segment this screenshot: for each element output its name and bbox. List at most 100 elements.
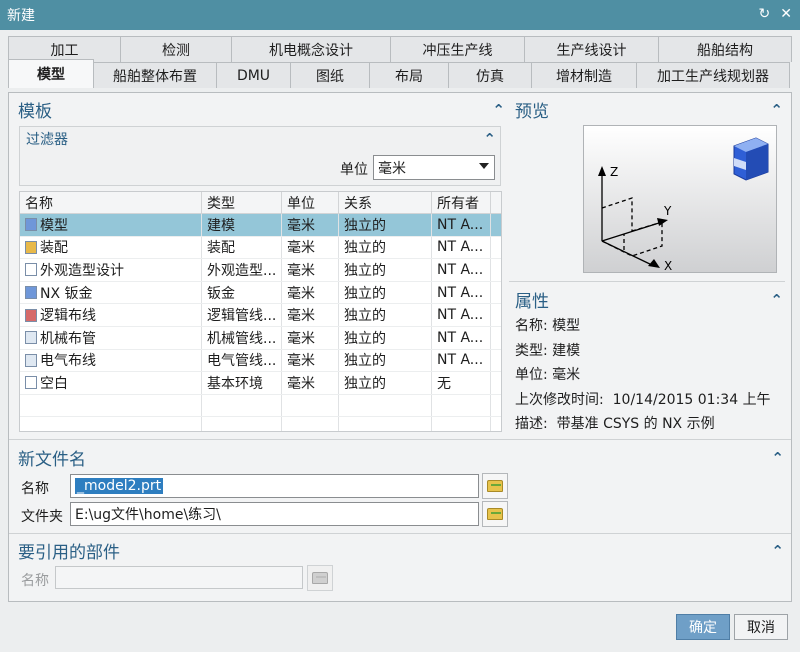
preview-title: 预览 [515, 102, 549, 122]
table-row[interactable]: 电气布线 电气管线... 毫米 独立的 NT A... [20, 349, 501, 373]
prop-unit-value: 毫米 [552, 367, 581, 384]
shape-design-icon [25, 263, 37, 277]
prop-unit-label: 单位: [515, 367, 548, 384]
file-name-label: 名称 [21, 481, 49, 497]
reference-title: 要引用的部件 [18, 543, 120, 563]
preview-header[interactable]: 预览 ⌃ [515, 97, 783, 123]
unit-select[interactable]: 毫米 [373, 155, 495, 180]
table-row[interactable]: 逻辑布线 逻辑管线... 毫米 独立的 NT A... [20, 304, 501, 327]
tab-simulation[interactable]: 仿真 [448, 62, 532, 88]
prop-type-label: 类型: [515, 342, 548, 359]
new-file-header[interactable]: 新文件名 ⌃ [18, 445, 784, 471]
close-icon[interactable]: ✕ [780, 6, 792, 22]
browse-folder-button[interactable] [482, 501, 508, 527]
divider [9, 439, 791, 440]
collapse-filter-icon[interactable]: ⌃ [483, 130, 496, 148]
unit-label: 单位 [340, 162, 368, 178]
properties-title: 属性 [515, 292, 549, 312]
prop-modified-label: 上次修改时间: [515, 391, 604, 408]
templates-title: 模板 [18, 102, 52, 122]
table-row[interactable]: 外观造型设计 外观造型... 毫米 独立的 NT A... [20, 259, 501, 282]
browse-file-button[interactable] [482, 473, 508, 499]
unit-select-value: 毫米 [378, 160, 406, 177]
tab-line-designer[interactable]: 生产线设计 [524, 36, 659, 62]
tab-model[interactable]: 模型 [8, 59, 94, 88]
reference-header[interactable]: 要引用的部件 ⌃ [18, 538, 784, 564]
title-bar: 新建 ↻ ✕ [0, 0, 800, 30]
reset-icon[interactable]: ↻ [759, 6, 771, 22]
divider [9, 533, 791, 534]
ok-button[interactable]: 确定 [676, 614, 730, 640]
sheet-metal-icon [25, 286, 37, 300]
reference-name-label: 名称 [21, 573, 49, 589]
table-row[interactable]: 机械布管 机械管线... 毫米 独立的 NT A... [20, 326, 501, 350]
table-row-empty [20, 394, 501, 418]
table-row[interactable]: 装配 装配 毫米 独立的 NT A... [20, 236, 501, 260]
folder-label: 文件夹 [21, 509, 63, 525]
file-name-input[interactable]: _model2.prt [70, 474, 479, 498]
model-icon [25, 218, 37, 232]
csys-preview-image: Z Y X [598, 137, 769, 273]
axis-x-label: X [664, 259, 672, 273]
prop-type-value: 建模 [552, 342, 581, 359]
model-template-icon [733, 137, 769, 181]
logical-routing-icon [25, 308, 37, 322]
collapse-templates-icon[interactable]: ⌃ [492, 101, 505, 119]
tab-line-planner[interactable]: 加工生产线规划器 [636, 62, 790, 88]
mechanical-piping-icon [25, 331, 37, 345]
collapse-reference-icon[interactable]: ⌃ [771, 542, 784, 560]
folder-value: E:\ug文件\home\练习\ [75, 507, 221, 523]
tab-ship-general-arrangement[interactable]: 船舶整体布置 [93, 62, 217, 88]
column-header-unit[interactable]: 单位 [282, 192, 339, 213]
prop-desc-value: 带基准 CSYS 的 NX 示例 [556, 416, 715, 433]
collapse-properties-icon[interactable]: ⌃ [770, 291, 783, 309]
table-row[interactable]: 模型 建模 毫米 独立的 NT A... [20, 214, 501, 237]
file-name-value: _model2.prt [75, 478, 164, 494]
tab-layout[interactable]: 布局 [369, 62, 449, 88]
tab-inspection[interactable]: 检测 [120, 36, 232, 62]
tab-additive-manufacturing[interactable]: 增材制造 [531, 62, 637, 88]
tab-press-line[interactable]: 冲压生产线 [390, 36, 525, 62]
folder-input[interactable]: E:\ug文件\home\练习\ [70, 502, 479, 526]
table-header: 名称 类型 单位 关系 所有者 [20, 192, 501, 214]
folder-icon [487, 480, 503, 492]
column-header-type[interactable]: 类型 [202, 192, 282, 213]
blank-icon [25, 376, 37, 390]
divider [509, 281, 785, 282]
new-file-dialog: 新建 ↻ ✕ 加工 检测 机电概念设计 冲压生产线 生产线设计 船舶结构 模型 … [0, 0, 800, 652]
tab-dmu[interactable]: DMU [216, 62, 291, 88]
templates-header[interactable]: 模板 ⌃ [18, 97, 505, 123]
dialog-title: 新建 [7, 8, 35, 24]
category-tabs: 加工 检测 机电概念设计 冲压生产线 生产线设计 船舶结构 模型 船舶整体布置 … [8, 36, 792, 88]
axis-y-label: Y [663, 204, 672, 218]
electrical-routing-icon [25, 353, 37, 367]
collapse-preview-icon[interactable]: ⌃ [770, 101, 783, 119]
filter-header[interactable]: 过滤器 ⌃ [26, 129, 496, 149]
assembly-icon [25, 240, 37, 254]
filter-group: 过滤器 ⌃ 单位 毫米 [19, 126, 501, 186]
cancel-button[interactable]: 取消 [734, 614, 788, 640]
column-header-relation[interactable]: 关系 [339, 192, 432, 213]
column-header-owner[interactable]: 所有者 [432, 192, 491, 213]
tab-drawing[interactable]: 图纸 [290, 62, 370, 88]
filter-title: 过滤器 [26, 132, 68, 148]
table-row[interactable]: NX 钣金 钣金 毫米 独立的 NT A... [20, 281, 501, 305]
collapse-new-file-icon[interactable]: ⌃ [771, 449, 784, 467]
new-file-title: 新文件名 [18, 450, 86, 470]
prop-modified-value: 10/14/2015 01:34 上午 [612, 391, 771, 408]
reference-name-input[interactable] [55, 566, 303, 589]
prop-name-label: 名称: [515, 318, 548, 335]
properties-header[interactable]: 属性 ⌃ [515, 287, 783, 313]
properties-list: 名称: 模型 类型: 建模 单位: 毫米 上次修改时间: 10/14/2015 … [515, 313, 771, 436]
prop-desc-label: 描述: [515, 416, 548, 433]
template-preview: Z Y X [583, 125, 777, 273]
templates-table: 名称 类型 单位 关系 所有者 模型 建模 毫米 独立的 NT A... 装配 … [19, 191, 502, 432]
table-row[interactable]: 空白 基本环境 毫米 独立的 无 [20, 372, 501, 395]
column-header-name[interactable]: 名称 [20, 192, 202, 213]
tab-mechatronics[interactable]: 机电概念设计 [231, 36, 391, 62]
tab-ship-structure[interactable]: 船舶结构 [658, 36, 792, 62]
prop-name-value: 模型 [552, 318, 581, 335]
axis-z-label: Z [610, 165, 618, 179]
browse-reference-button[interactable] [307, 565, 333, 591]
tab-content: 模板 ⌃ 过滤器 ⌃ 单位 毫米 名称 类型 单位 关系 所有者 模型 建模 毫… [8, 92, 792, 602]
